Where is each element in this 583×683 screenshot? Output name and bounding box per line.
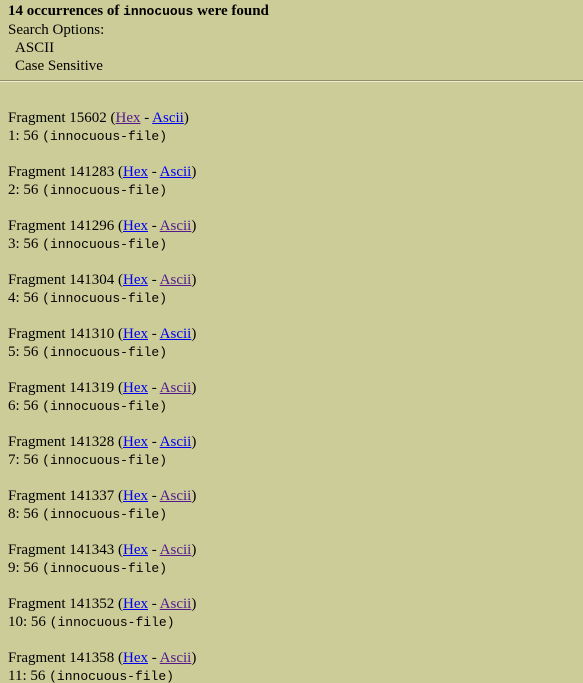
result-entry: Fragment 141283 (Hex - Ascii) 2: 56 (inno… (8, 163, 578, 217)
hit-offset: 1: 56 (8, 128, 39, 144)
hex-link[interactable]: Hex (123, 326, 148, 342)
ascii-link[interactable]: Ascii (160, 650, 192, 666)
occurrences-count: 14 occurrences of (8, 3, 120, 19)
result-entry: Fragment 15602 (Hex - Ascii) 1: 56 (innoc… (8, 109, 578, 163)
results-list: Fragment 15602 (Hex - Ascii) 1: 56 (innoc… (8, 109, 578, 683)
hex-link[interactable]: Hex (123, 218, 148, 234)
file-name: (innocuous-file) (42, 399, 167, 414)
fragment-label: Fragment 141310 (8, 326, 115, 342)
fragment-label: Fragment 141296 (8, 218, 115, 234)
file-name: (innocuous-file) (42, 237, 167, 252)
fragment-label: Fragment 141304 (8, 272, 115, 288)
ascii-link[interactable]: Ascii (160, 434, 192, 450)
search-summary-header: 14 occurrences of innocuous were found S… (0, 0, 583, 75)
ascii-link[interactable]: Ascii (160, 326, 192, 342)
hit-offset: 9: 56 (8, 560, 39, 576)
hit-line: 10: 56 (innocuous-file) (8, 613, 578, 632)
search-option-case-sensitive: Case Sensitive (15, 58, 103, 74)
fragment-label: Fragment 15602 (8, 110, 107, 126)
hit-line: 3: 56 (innocuous-file) (8, 235, 578, 254)
fragment-line: Fragment 15602 (Hex - Ascii) (8, 110, 189, 126)
fragment-line: Fragment 141296 (Hex - Ascii) (8, 218, 197, 234)
result-entry: Fragment 141352 (Hex - Ascii) 10: 56 (inn… (8, 595, 578, 649)
hit-line: 7: 56 (innocuous-file) (8, 451, 578, 470)
fragment-line: Fragment 141310 (Hex - Ascii) (8, 326, 197, 342)
header-divider (0, 80, 583, 82)
result-entry: Fragment 141343 (Hex - Ascii) 9: 56 (inno… (8, 541, 578, 595)
hit-line: 9: 56 (innocuous-file) (8, 559, 578, 578)
hit-offset: 3: 56 (8, 236, 39, 252)
hit-line: 2: 56 (innocuous-file) (8, 181, 578, 200)
file-name: (innocuous-file) (42, 561, 167, 576)
file-name: (innocuous-file) (42, 507, 167, 522)
hit-line: 11: 56 (innocuous-file) (8, 667, 578, 683)
ascii-link[interactable]: Ascii (160, 272, 192, 288)
file-name: (innocuous-file) (42, 129, 167, 144)
fragment-label: Fragment 141319 (8, 380, 115, 396)
hit-offset: 11: 56 (8, 668, 46, 683)
fragment-label: Fragment 141352 (8, 596, 115, 612)
hex-link[interactable]: Hex (116, 110, 141, 126)
fragment-label: Fragment 141328 (8, 434, 115, 450)
fragment-line: Fragment 141328 (Hex - Ascii) (8, 434, 197, 450)
hit-offset: 4: 56 (8, 290, 39, 306)
occurrences-summary: 14 occurrences of innocuous were found (8, 2, 575, 21)
file-name: (innocuous-file) (42, 291, 167, 306)
result-entry: Fragment 141310 (Hex - Ascii) 5: 56 (inno… (8, 325, 578, 379)
hex-link[interactable]: Hex (123, 380, 148, 396)
hex-link[interactable]: Hex (123, 650, 148, 666)
ascii-link[interactable]: Ascii (160, 164, 192, 180)
fragment-label: Fragment 141283 (8, 164, 115, 180)
hit-offset: 10: 56 (8, 614, 46, 630)
file-name: (innocuous-file) (42, 345, 167, 360)
fragment-line: Fragment 141283 (Hex - Ascii) (8, 164, 197, 180)
hex-link[interactable]: Hex (123, 488, 148, 504)
fragment-line: Fragment 141358 (Hex - Ascii) (8, 650, 197, 666)
hit-offset: 8: 56 (8, 506, 39, 522)
file-name: (innocuous-file) (42, 453, 167, 468)
hex-link[interactable]: Hex (123, 596, 148, 612)
ascii-link[interactable]: Ascii (160, 542, 192, 558)
result-entry: Fragment 141304 (Hex - Ascii) 4: 56 (inno… (8, 271, 578, 325)
file-name: (innocuous-file) (49, 669, 174, 683)
ascii-link[interactable]: Ascii (160, 488, 192, 504)
ascii-link[interactable]: Ascii (152, 110, 184, 126)
hit-line: 6: 56 (innocuous-file) (8, 397, 578, 416)
ascii-link[interactable]: Ascii (160, 596, 192, 612)
result-entry: Fragment 141296 (Hex - Ascii) 3: 56 (inno… (8, 217, 578, 271)
hit-offset: 7: 56 (8, 452, 39, 468)
fragment-label: Fragment 141337 (8, 488, 115, 504)
fragment-label: Fragment 141343 (8, 542, 115, 558)
result-entry: Fragment 141337 (Hex - Ascii) 8: 56 (inno… (8, 487, 578, 541)
hit-offset: 6: 56 (8, 398, 39, 414)
hit-line: 5: 56 (innocuous-file) (8, 343, 578, 362)
search-option-ascii: ASCII (15, 40, 55, 56)
fragment-line: Fragment 141304 (Hex - Ascii) (8, 272, 197, 288)
hex-link[interactable]: Hex (123, 434, 148, 450)
ascii-link[interactable]: Ascii (160, 218, 192, 234)
file-name: (innocuous-file) (49, 615, 175, 630)
search-term: innocuous (123, 4, 194, 19)
fragment-line: Fragment 141337 (Hex - Ascii) (8, 488, 197, 504)
hit-offset: 5: 56 (8, 344, 39, 360)
hex-link[interactable]: Hex (123, 272, 148, 288)
fragment-label: Fragment 141358 (8, 650, 115, 666)
result-entry: Fragment 141358 (Hex - Ascii) 11: 56 (inn… (8, 649, 578, 683)
hex-link[interactable]: Hex (123, 542, 148, 558)
hit-line: 1: 56 (innocuous-file) (8, 127, 578, 146)
result-entry: Fragment 141319 (Hex - Ascii) 6: 56 (inno… (8, 379, 578, 433)
search-options-label: Search Options: (8, 22, 105, 38)
fragment-line: Fragment 141352 (Hex - Ascii) (8, 596, 197, 612)
fragment-line: Fragment 141343 (Hex - Ascii) (8, 542, 197, 558)
fragment-line: Fragment 141319 (Hex - Ascii) (8, 380, 197, 396)
result-entry: Fragment 141328 (Hex - Ascii) 7: 56 (inno… (8, 433, 578, 487)
hex-link[interactable]: Hex (123, 164, 148, 180)
file-name: (innocuous-file) (42, 183, 167, 198)
ascii-link[interactable]: Ascii (160, 380, 192, 396)
summary-suffix: were found (197, 3, 269, 19)
hit-offset: 2: 56 (8, 182, 39, 198)
hit-line: 8: 56 (innocuous-file) (8, 505, 578, 524)
hit-line: 4: 56 (innocuous-file) (8, 289, 578, 308)
